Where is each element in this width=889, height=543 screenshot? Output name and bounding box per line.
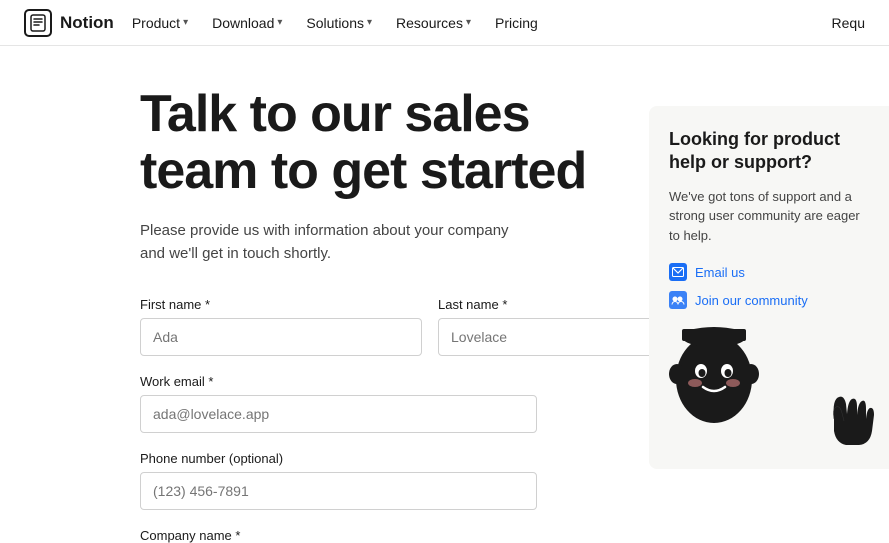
side-panel-title: Looking for product help or support? bbox=[669, 128, 869, 175]
chevron-down-icon: ▾ bbox=[277, 17, 282, 28]
nav-menu: Product ▾ Download ▾ Solutions ▾ Resourc… bbox=[122, 9, 548, 37]
nav-item-product[interactable]: Product ▾ bbox=[122, 9, 198, 37]
work-email-label: Work email * bbox=[140, 374, 537, 389]
contact-form: First name * Last name * Work email * Ph… bbox=[140, 297, 720, 543]
name-row: First name * Last name * bbox=[140, 297, 720, 356]
side-panel: Looking for product help or support? We'… bbox=[649, 106, 889, 469]
email-us-label: Email us bbox=[695, 265, 745, 280]
email-group: Work email * bbox=[140, 374, 537, 433]
nav-item-resources[interactable]: Resources ▾ bbox=[386, 9, 481, 37]
nav-right-action[interactable]: Requ bbox=[832, 15, 865, 31]
page-subtitle: Please provide us with information about… bbox=[140, 220, 530, 265]
chevron-down-icon: ▾ bbox=[183, 17, 188, 28]
phone-input[interactable] bbox=[140, 472, 537, 510]
community-label: Join our community bbox=[695, 293, 808, 308]
first-name-group: First name * bbox=[140, 297, 422, 356]
email-us-link[interactable]: Email us bbox=[669, 263, 869, 281]
nav-item-solutions[interactable]: Solutions ▾ bbox=[296, 9, 382, 37]
main-content: Talk to our sales team to get started Pl… bbox=[0, 46, 889, 543]
email-icon bbox=[669, 263, 687, 281]
hand-icon bbox=[824, 389, 874, 449]
chevron-down-icon: ▾ bbox=[367, 17, 372, 28]
main-nav: Notion Product ▾ Download ▾ Solutions ▾ … bbox=[0, 0, 889, 46]
nav-logo-text: Notion bbox=[60, 13, 114, 33]
notion-logo-icon bbox=[24, 9, 52, 37]
mascot-area bbox=[669, 319, 869, 449]
chevron-down-icon: ▾ bbox=[466, 17, 471, 28]
work-email-input[interactable] bbox=[140, 395, 537, 433]
company-label: Company name * bbox=[140, 528, 537, 543]
left-column: Talk to our sales team to get started Pl… bbox=[140, 86, 720, 543]
nav-item-pricing[interactable]: Pricing bbox=[485, 9, 548, 37]
mascot-svg bbox=[659, 319, 769, 439]
first-name-input[interactable] bbox=[140, 318, 422, 356]
side-panel-body: We've got tons of support and a strong u… bbox=[669, 187, 869, 246]
phone-group: Phone number (optional) bbox=[140, 451, 537, 510]
first-name-label: First name * bbox=[140, 297, 422, 312]
page-title: Talk to our sales team to get started bbox=[140, 86, 720, 200]
nav-logo[interactable]: Notion bbox=[24, 9, 114, 37]
community-link[interactable]: Join our community bbox=[669, 291, 869, 309]
nav-item-download[interactable]: Download ▾ bbox=[202, 9, 292, 37]
community-icon bbox=[669, 291, 687, 309]
phone-label: Phone number (optional) bbox=[140, 451, 537, 466]
company-group: Company name * bbox=[140, 528, 537, 543]
